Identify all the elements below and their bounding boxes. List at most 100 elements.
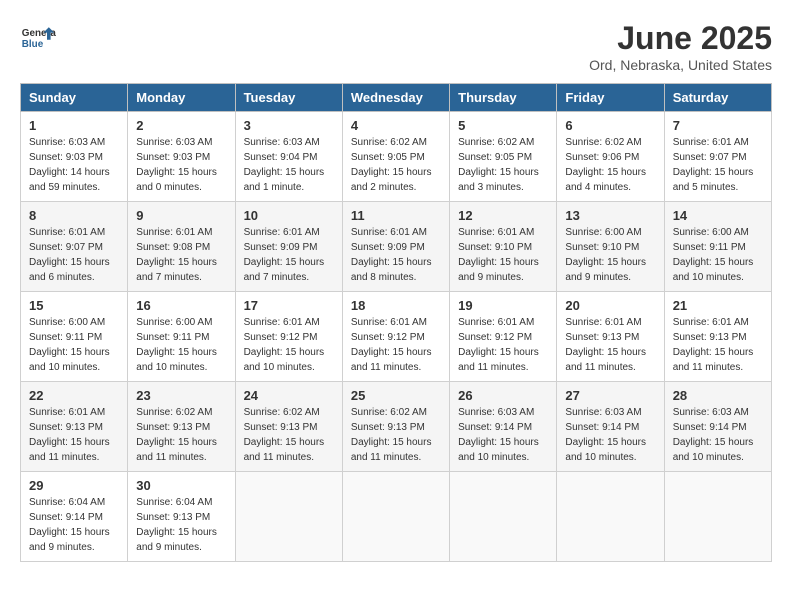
day-number: 27 — [565, 388, 655, 403]
calendar-cell: 15 Sunrise: 6:00 AM Sunset: 9:11 PM Dayl… — [21, 292, 128, 382]
calendar-cell: 5 Sunrise: 6:02 AM Sunset: 9:05 PM Dayli… — [450, 112, 557, 202]
day-info: Sunrise: 6:01 AM Sunset: 9:10 PM Dayligh… — [458, 227, 539, 283]
day-info: Sunrise: 6:02 AM Sunset: 9:13 PM Dayligh… — [351, 407, 432, 463]
calendar-header-row: Sunday Monday Tuesday Wednesday Thursday… — [21, 84, 772, 112]
day-number: 3 — [244, 118, 334, 133]
col-monday: Monday — [128, 84, 235, 112]
day-info: Sunrise: 6:01 AM Sunset: 9:12 PM Dayligh… — [458, 317, 539, 373]
day-number: 28 — [673, 388, 763, 403]
day-number: 5 — [458, 118, 548, 133]
day-info: Sunrise: 6:01 AM Sunset: 9:08 PM Dayligh… — [136, 227, 217, 283]
day-number: 11 — [351, 208, 441, 223]
day-info: Sunrise: 6:03 AM Sunset: 9:14 PM Dayligh… — [673, 407, 754, 463]
calendar-cell: 21 Sunrise: 6:01 AM Sunset: 9:13 PM Dayl… — [664, 292, 771, 382]
day-info: Sunrise: 6:04 AM Sunset: 9:14 PM Dayligh… — [29, 497, 110, 553]
calendar-cell: 30 Sunrise: 6:04 AM Sunset: 9:13 PM Dayl… — [128, 472, 235, 562]
day-info: Sunrise: 6:03 AM Sunset: 9:14 PM Dayligh… — [458, 407, 539, 463]
calendar-row: 29 Sunrise: 6:04 AM Sunset: 9:14 PM Dayl… — [21, 472, 772, 562]
day-number: 26 — [458, 388, 548, 403]
calendar-cell: 16 Sunrise: 6:00 AM Sunset: 9:11 PM Dayl… — [128, 292, 235, 382]
calendar-cell: 19 Sunrise: 6:01 AM Sunset: 9:12 PM Dayl… — [450, 292, 557, 382]
calendar-cell: 29 Sunrise: 6:04 AM Sunset: 9:14 PM Dayl… — [21, 472, 128, 562]
calendar-cell: 1 Sunrise: 6:03 AM Sunset: 9:03 PM Dayli… — [21, 112, 128, 202]
day-number: 20 — [565, 298, 655, 313]
day-info: Sunrise: 6:00 AM Sunset: 9:11 PM Dayligh… — [29, 317, 110, 373]
calendar-cell: 22 Sunrise: 6:01 AM Sunset: 9:13 PM Dayl… — [21, 382, 128, 472]
calendar-cell: 11 Sunrise: 6:01 AM Sunset: 9:09 PM Dayl… — [342, 202, 449, 292]
day-info: Sunrise: 6:00 AM Sunset: 9:11 PM Dayligh… — [136, 317, 217, 373]
col-tuesday: Tuesday — [235, 84, 342, 112]
calendar-cell: 8 Sunrise: 6:01 AM Sunset: 9:07 PM Dayli… — [21, 202, 128, 292]
day-number: 23 — [136, 388, 226, 403]
day-info: Sunrise: 6:01 AM Sunset: 9:09 PM Dayligh… — [244, 227, 325, 283]
calendar-table: Sunday Monday Tuesday Wednesday Thursday… — [20, 83, 772, 562]
day-number: 29 — [29, 478, 119, 493]
header: General Blue June 2025 Ord, Nebraska, Un… — [20, 20, 772, 73]
day-info: Sunrise: 6:03 AM Sunset: 9:03 PM Dayligh… — [136, 137, 217, 193]
day-info: Sunrise: 6:01 AM Sunset: 9:13 PM Dayligh… — [673, 317, 754, 373]
day-number: 4 — [351, 118, 441, 133]
col-thursday: Thursday — [450, 84, 557, 112]
calendar-cell: 4 Sunrise: 6:02 AM Sunset: 9:05 PM Dayli… — [342, 112, 449, 202]
calendar-cell — [235, 472, 342, 562]
calendar-cell — [450, 472, 557, 562]
day-number: 19 — [458, 298, 548, 313]
day-number: 1 — [29, 118, 119, 133]
calendar-cell: 18 Sunrise: 6:01 AM Sunset: 9:12 PM Dayl… — [342, 292, 449, 382]
day-info: Sunrise: 6:02 AM Sunset: 9:06 PM Dayligh… — [565, 137, 646, 193]
day-info: Sunrise: 6:01 AM Sunset: 9:13 PM Dayligh… — [565, 317, 646, 373]
day-number: 9 — [136, 208, 226, 223]
calendar-cell: 13 Sunrise: 6:00 AM Sunset: 9:10 PM Dayl… — [557, 202, 664, 292]
day-number: 2 — [136, 118, 226, 133]
col-sunday: Sunday — [21, 84, 128, 112]
day-number: 25 — [351, 388, 441, 403]
calendar-cell: 27 Sunrise: 6:03 AM Sunset: 9:14 PM Dayl… — [557, 382, 664, 472]
day-number: 15 — [29, 298, 119, 313]
day-info: Sunrise: 6:01 AM Sunset: 9:12 PM Dayligh… — [351, 317, 432, 373]
col-wednesday: Wednesday — [342, 84, 449, 112]
day-info: Sunrise: 6:01 AM Sunset: 9:09 PM Dayligh… — [351, 227, 432, 283]
month-title: June 2025 — [589, 20, 772, 57]
day-number: 21 — [673, 298, 763, 313]
calendar-cell: 12 Sunrise: 6:01 AM Sunset: 9:10 PM Dayl… — [450, 202, 557, 292]
calendar-cell: 25 Sunrise: 6:02 AM Sunset: 9:13 PM Dayl… — [342, 382, 449, 472]
calendar-cell: 26 Sunrise: 6:03 AM Sunset: 9:14 PM Dayl… — [450, 382, 557, 472]
calendar-cell — [557, 472, 664, 562]
day-number: 13 — [565, 208, 655, 223]
day-info: Sunrise: 6:02 AM Sunset: 9:05 PM Dayligh… — [351, 137, 432, 193]
day-number: 12 — [458, 208, 548, 223]
calendar-cell: 28 Sunrise: 6:03 AM Sunset: 9:14 PM Dayl… — [664, 382, 771, 472]
svg-text:Blue: Blue — [22, 39, 44, 50]
calendar-cell: 24 Sunrise: 6:02 AM Sunset: 9:13 PM Dayl… — [235, 382, 342, 472]
day-number: 30 — [136, 478, 226, 493]
calendar-row: 22 Sunrise: 6:01 AM Sunset: 9:13 PM Dayl… — [21, 382, 772, 472]
day-number: 14 — [673, 208, 763, 223]
calendar-cell: 3 Sunrise: 6:03 AM Sunset: 9:04 PM Dayli… — [235, 112, 342, 202]
day-info: Sunrise: 6:04 AM Sunset: 9:13 PM Dayligh… — [136, 497, 217, 553]
calendar-row: 1 Sunrise: 6:03 AM Sunset: 9:03 PM Dayli… — [21, 112, 772, 202]
col-friday: Friday — [557, 84, 664, 112]
day-info: Sunrise: 6:02 AM Sunset: 9:13 PM Dayligh… — [244, 407, 325, 463]
logo: General Blue — [20, 20, 56, 56]
day-info: Sunrise: 6:01 AM Sunset: 9:07 PM Dayligh… — [673, 137, 754, 193]
logo-icon: General Blue — [20, 20, 56, 56]
calendar-cell: 10 Sunrise: 6:01 AM Sunset: 9:09 PM Dayl… — [235, 202, 342, 292]
day-number: 18 — [351, 298, 441, 313]
calendar-cell — [664, 472, 771, 562]
day-info: Sunrise: 6:03 AM Sunset: 9:03 PM Dayligh… — [29, 137, 110, 193]
day-info: Sunrise: 6:02 AM Sunset: 9:13 PM Dayligh… — [136, 407, 217, 463]
calendar-cell: 6 Sunrise: 6:02 AM Sunset: 9:06 PM Dayli… — [557, 112, 664, 202]
day-number: 17 — [244, 298, 334, 313]
calendar-cell: 17 Sunrise: 6:01 AM Sunset: 9:12 PM Dayl… — [235, 292, 342, 382]
day-info: Sunrise: 6:01 AM Sunset: 9:07 PM Dayligh… — [29, 227, 110, 283]
day-info: Sunrise: 6:01 AM Sunset: 9:13 PM Dayligh… — [29, 407, 110, 463]
col-saturday: Saturday — [664, 84, 771, 112]
day-number: 22 — [29, 388, 119, 403]
calendar-cell: 7 Sunrise: 6:01 AM Sunset: 9:07 PM Dayli… — [664, 112, 771, 202]
day-number: 6 — [565, 118, 655, 133]
day-number: 8 — [29, 208, 119, 223]
day-number: 24 — [244, 388, 334, 403]
calendar-cell — [342, 472, 449, 562]
calendar-row: 15 Sunrise: 6:00 AM Sunset: 9:11 PM Dayl… — [21, 292, 772, 382]
day-info: Sunrise: 6:01 AM Sunset: 9:12 PM Dayligh… — [244, 317, 325, 373]
